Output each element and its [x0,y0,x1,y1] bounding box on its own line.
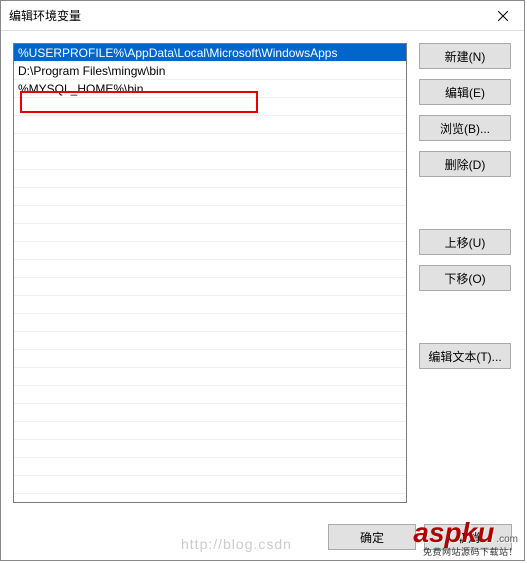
cancel-button[interactable]: 取消 [424,524,512,550]
list-item[interactable] [14,224,406,242]
edit-text-button[interactable]: 编辑文本(T)... [419,343,511,369]
close-icon [498,11,508,21]
list-item[interactable]: %MYSQL_HOME%\bin [14,80,406,98]
list-item[interactable] [14,260,406,278]
list-item[interactable] [14,242,406,260]
titlebar: 编辑环境变量 [1,1,524,31]
list-item[interactable] [14,134,406,152]
path-list[interactable]: %USERPROFILE%\AppData\Local\Microsoft\Wi… [13,43,407,503]
dialog-window: 编辑环境变量 %USERPROFILE%\AppData\Local\Micro… [0,0,525,561]
button-column: 新建(N) 编辑(E) 浏览(B)... 删除(D) 上移(U) 下移(O) 编… [419,43,511,548]
list-item[interactable] [14,152,406,170]
list-item[interactable] [14,278,406,296]
list-item[interactable] [14,332,406,350]
list-item[interactable] [14,476,406,494]
list-item[interactable] [14,458,406,476]
list-item[interactable] [14,170,406,188]
close-button[interactable] [482,2,524,30]
move-up-button[interactable]: 上移(U) [419,229,511,255]
dialog-buttons: 确定 取消 [328,524,512,550]
ok-button[interactable]: 确定 [328,524,416,550]
list-item[interactable] [14,386,406,404]
list-item[interactable] [14,206,406,224]
delete-button[interactable]: 删除(D) [419,151,511,177]
list-item[interactable]: D:\Program Files\mingw\bin [14,62,406,80]
list-item[interactable] [14,296,406,314]
list-item[interactable] [14,350,406,368]
list-item[interactable] [14,422,406,440]
list-item[interactable] [14,368,406,386]
browse-button[interactable]: 浏览(B)... [419,115,511,141]
client-area: %USERPROFILE%\AppData\Local\Microsoft\Wi… [1,31,524,560]
list-item[interactable] [14,314,406,332]
edit-button[interactable]: 编辑(E) [419,79,511,105]
move-down-button[interactable]: 下移(O) [419,265,511,291]
list-item[interactable] [14,98,406,116]
dialog-title: 编辑环境变量 [9,7,81,24]
new-button[interactable]: 新建(N) [419,43,511,69]
list-item[interactable] [14,116,406,134]
list-item[interactable] [14,188,406,206]
list-item[interactable]: %USERPROFILE%\AppData\Local\Microsoft\Wi… [14,44,406,62]
list-item[interactable] [14,440,406,458]
list-item[interactable] [14,404,406,422]
